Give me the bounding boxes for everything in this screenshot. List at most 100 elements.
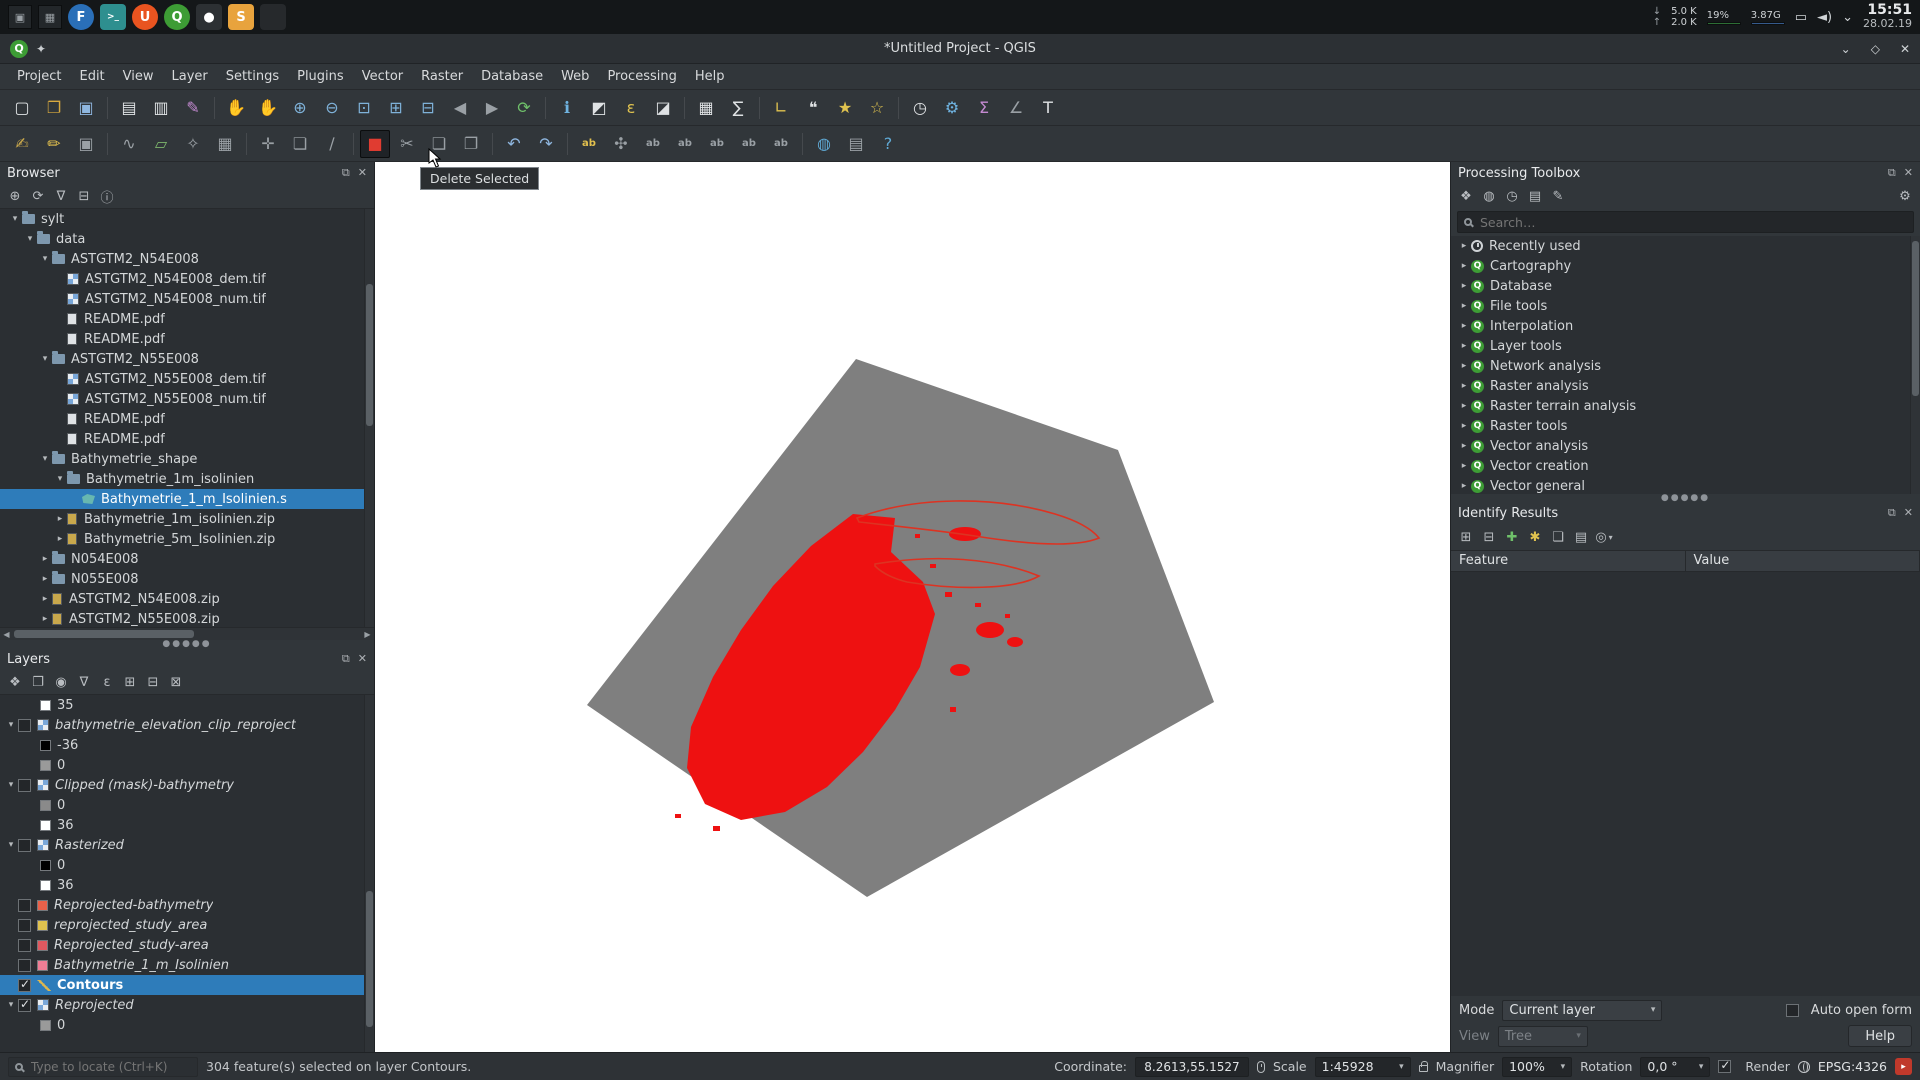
expand-arrow-icon[interactable]: ▸ <box>1457 441 1471 451</box>
expand-arrow-icon[interactable]: ▾ <box>4 840 18 850</box>
zoom-last-button[interactable]: ◀ <box>445 94 475 122</box>
browser-item-astgtm2-n54e008-dem-tif[interactable]: ASTGTM2_N54E008_dem.tif <box>0 269 374 289</box>
browser-item-astgtm2-n55e008-num-tif[interactable]: ASTGTM2_N55E008_num.tif <box>0 389 374 409</box>
browser-item-readme-pdf[interactable]: README.pdf <box>0 429 374 449</box>
refresh-browser-button[interactable]: ⟳ <box>28 186 48 206</box>
processing-toolbox-toggle-button[interactable]: ⚙ <box>937 94 967 122</box>
minimize-button[interactable]: ⌄ <box>1841 42 1851 56</box>
browser-item-n055e008[interactable]: ▸ N055E008 <box>0 569 374 589</box>
mode-select[interactable]: Current layer▾ <box>1502 1000 1662 1021</box>
layer-visibility-checkbox[interactable] <box>18 719 31 732</box>
expand-arrow-icon[interactable]: ▾ <box>4 720 18 730</box>
expand-arrow-icon[interactable]: ▾ <box>4 780 18 790</box>
digitize-with-segment-button[interactable]: ∿ <box>114 130 144 158</box>
expand-arrow-icon[interactable]: ▾ <box>53 474 67 484</box>
layer-visibility-checkbox[interactable] <box>18 999 31 1012</box>
add-selected-layers-button[interactable]: ⊕ <box>5 186 25 206</box>
processing-models-button[interactable]: ❖ <box>1456 186 1476 206</box>
browser-item-astgtm2-n55e008[interactable]: ▾ ASTGTM2_N55E008 <box>0 349 374 369</box>
expand-arrow-icon[interactable]: ▸ <box>38 614 52 624</box>
expand-arrow-icon[interactable]: ▸ <box>53 534 67 544</box>
browser-item-astgtm2-n54e008-zip[interactable]: ▸ ASTGTM2_N54E008.zip <box>0 589 374 609</box>
refresh-map-button[interactable]: ⟳ <box>509 94 539 122</box>
coordinate-input-box[interactable] <box>1135 1057 1249 1077</box>
expand-new-results-button[interactable]: ✚ <box>1502 527 1522 547</box>
expand-arrow-icon[interactable]: ▸ <box>1457 401 1471 411</box>
close-panel-icon[interactable]: ✕ <box>358 166 367 180</box>
menu-database[interactable]: Database <box>472 66 552 87</box>
processing-category-vector-analysis[interactable]: ▸ Q Vector analysis <box>1451 436 1920 456</box>
view-select[interactable]: Tree▾ <box>1498 1026 1588 1047</box>
copy-feature-button[interactable]: ❏ <box>1548 527 1568 547</box>
filter-legend-button[interactable]: ∇ <box>74 672 94 692</box>
expand-arrow-icon[interactable]: ▸ <box>53 514 67 524</box>
locate-input[interactable] <box>29 1059 191 1075</box>
layer-item-reprojected-study-area[interactable]: reprojected_study_area <box>0 915 374 935</box>
show-bookmarks-button[interactable]: ☆ <box>862 94 892 122</box>
expand-arrow-icon[interactable]: ▾ <box>38 454 52 464</box>
browser-item-astgtm2-n54e008-num-tif[interactable]: ASTGTM2_N54E008_num.tif <box>0 289 374 309</box>
move-feature-button[interactable]: ✛ <box>253 130 283 158</box>
layer-item-reprojected-study-area[interactable]: Reprojected_study-area <box>0 935 374 955</box>
modify-attributes-button[interactable]: ▦ <box>210 130 240 158</box>
browser-item-sylt[interactable]: ▾ sylt <box>0 209 374 229</box>
expand-arrow-icon[interactable]: ▸ <box>1457 281 1471 291</box>
expand-arrow-icon[interactable]: ▾ <box>38 254 52 264</box>
software-app-icon[interactable]: U <box>132 4 158 30</box>
expand-arrow-icon[interactable]: ▸ <box>1457 421 1471 431</box>
expand-arrow-icon[interactable]: ▸ <box>1457 381 1471 391</box>
map-canvas[interactable] <box>375 162 1450 1052</box>
layer-labeling-button[interactable]: ab <box>574 130 604 158</box>
qgis-app-icon[interactable]: Q <box>164 4 190 30</box>
expand-arrow-icon[interactable]: ▸ <box>1457 481 1471 491</box>
expand-all-button[interactable]: ⊞ <box>120 672 140 692</box>
layer-item-bathymetrie-1-m-isolinien[interactable]: Bathymetrie_1_m_Isolinien <box>0 955 374 975</box>
open-project-button[interactable]: ❐ <box>39 94 69 122</box>
layer-item-bathymetrie-elevation-clip-reproject[interactable]: ▾ bathymetrie_elevation_clip_reproject <box>0 715 374 735</box>
new-bookmark-button[interactable]: ★ <box>830 94 860 122</box>
clock[interactable]: 15:51 28.02.19 <box>1863 4 1912 30</box>
browser-item-data[interactable]: ▾ data <box>0 229 374 249</box>
cut-features-button[interactable]: ✂ <box>392 130 422 158</box>
identify-features-button[interactable]: ℹ <box>552 94 582 122</box>
processing-vertical-scrollbar[interactable] <box>1910 236 1920 494</box>
expand-arrow-icon[interactable]: ▸ <box>1457 261 1471 271</box>
identify-column-feature[interactable]: Feature <box>1451 551 1686 572</box>
undock-panel-icon[interactable]: ⧉ <box>342 652 350 666</box>
expand-arrow-icon[interactable]: ▸ <box>1457 241 1471 251</box>
processing-search[interactable] <box>1457 211 1914 233</box>
indicator-app-icon[interactable]: ● <box>196 4 222 30</box>
collapse-all-button[interactable]: ⊟ <box>143 672 163 692</box>
lock-scale-icon[interactable] <box>1419 1065 1428 1072</box>
add-group-button[interactable]: ❐ <box>28 672 48 692</box>
processing-results-viewer-button[interactable]: ▤ <box>1525 186 1545 206</box>
panel-resize-handle[interactable]: ●●●●● <box>0 640 374 648</box>
expand-arrow-icon[interactable]: ▸ <box>38 574 52 584</box>
processing-category-layer-tools[interactable]: ▸ Q Layer tools <box>1451 336 1920 356</box>
highlight-labels-button[interactable]: ab <box>670 130 700 158</box>
coordinate-input[interactable] <box>1142 1059 1242 1075</box>
layers-vertical-scrollbar[interactable] <box>364 695 374 1052</box>
menu-raster[interactable]: Raster <box>412 66 472 87</box>
zoom-in-button[interactable]: ⊕ <box>285 94 315 122</box>
browser-item-bathymetrie-shape[interactable]: ▾ Bathymetrie_shape <box>0 449 374 469</box>
pan-map-button[interactable]: ✋ <box>221 94 251 122</box>
browser-app-icon[interactable]: F <box>68 4 94 30</box>
menu-layer[interactable]: Layer <box>163 66 217 87</box>
menu-plugins[interactable]: Plugins <box>288 66 353 87</box>
browser-item-astgtm2-n55e008-zip[interactable]: ▸ ASTGTM2_N55E008.zip <box>0 609 374 627</box>
print-response-button[interactable]: ▤ <box>1571 527 1591 547</box>
change-label-button[interactable]: ab <box>766 130 796 158</box>
vertex-tool-button[interactable]: ✧ <box>178 130 208 158</box>
expand-arrow-icon[interactable]: ▸ <box>38 554 52 564</box>
menu-help[interactable]: Help <box>686 66 734 87</box>
display-icon[interactable]: ▭ <box>1795 10 1807 25</box>
close-panel-icon[interactable]: ✕ <box>1904 166 1913 180</box>
layer-item-contours[interactable]: Contours <box>0 975 374 995</box>
deselect-all-button[interactable]: ◪ <box>648 94 678 122</box>
browser-vertical-scrollbar[interactable] <box>364 209 374 627</box>
filter-by-expression-button[interactable]: ε <box>97 672 117 692</box>
close-panel-icon[interactable]: ✕ <box>1904 506 1913 520</box>
browser-item-bathymetrie-1m-isolinien-zip[interactable]: ▸ Bathymetrie_1m_isolinien.zip <box>0 509 374 529</box>
browser-item-bathymetrie-1-m-isolinien-s[interactable]: Bathymetrie_1_m_Isolinien.s <box>0 489 374 509</box>
